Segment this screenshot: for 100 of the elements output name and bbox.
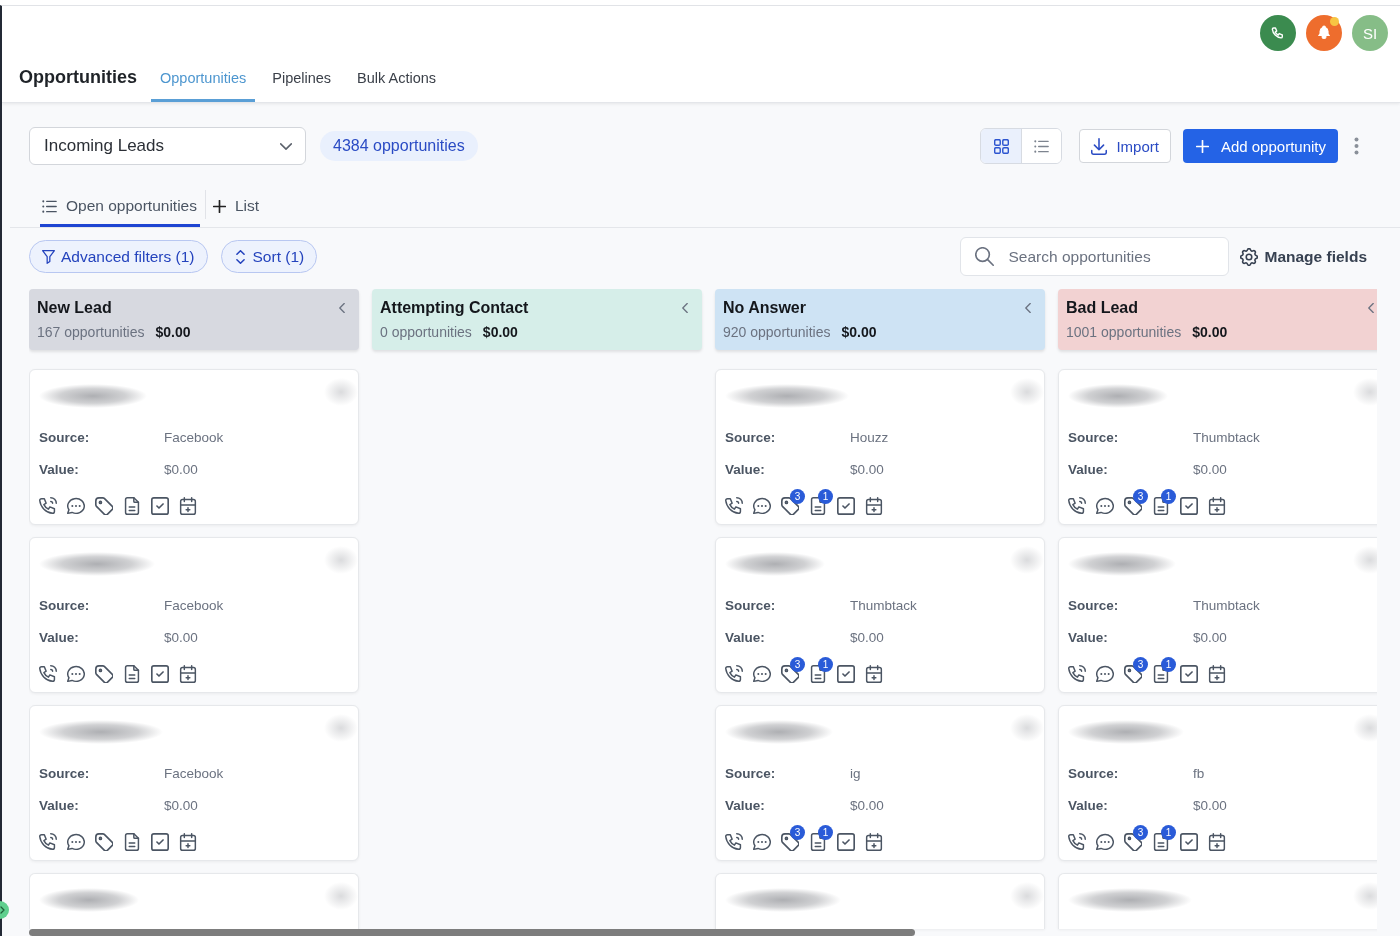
field-value: $0.00 [850,629,884,645]
tag-icon[interactable] [95,665,113,683]
opportunity-card[interactable]: Source: Houzz Value: $0.00 3 1 [715,369,1045,525]
calendar-plus-icon[interactable] [1208,665,1226,683]
manage-fields-button[interactable]: Manage fields [1239,247,1367,266]
settings-icon [1239,247,1258,266]
field-label: Value: [39,629,80,645]
field-value: $0.00 [850,461,884,477]
collapse-icon[interactable] [1025,303,1031,313]
chat-icon[interactable] [1096,497,1114,515]
field-label: Value: [39,797,80,813]
phone-icon[interactable] [39,833,57,851]
chevron-down-icon [280,142,292,150]
calendar-plus-icon[interactable] [865,665,883,683]
field-label: Value: [725,629,766,645]
download-icon [1091,137,1108,155]
field-label: Value: [1068,461,1109,477]
phone-icon[interactable] [1068,833,1086,851]
grid-icon [993,138,1009,154]
checkbox-icon[interactable] [1180,665,1198,683]
field-value: $0.00 [164,461,198,477]
count-badge: 3 [790,825,805,840]
phone-icon[interactable] [725,833,743,851]
collapse-icon[interactable] [682,303,688,313]
opportunity-count: 167 opportunities [37,324,145,340]
import-button[interactable]: Import [1079,129,1171,163]
field-value: $0.00 [1193,461,1227,477]
pipeline-select[interactable]: Incoming Leads [29,127,306,165]
phone-icon[interactable] [1068,665,1086,683]
chat-icon[interactable] [753,497,771,515]
opportunity-card[interactable]: Source: Thumbtack Value: $0.00 3 1 [715,537,1045,693]
checkbox-icon[interactable] [837,833,855,851]
count-badge: 3 [1133,825,1148,840]
collapse-icon[interactable] [339,303,345,313]
more-options-icon[interactable] [1354,137,1359,155]
floating-widget-icon[interactable] [0,901,9,919]
column-total: $0.00 [155,324,191,340]
nav-tab[interactable]: Bulk Actions [348,52,446,102]
add-opportunity-button[interactable]: Add opportunity [1182,129,1338,163]
count-badge: 1 [1161,489,1176,504]
tag-icon[interactable] [95,833,113,851]
checkbox-icon[interactable] [1180,497,1198,515]
chat-icon[interactable] [1096,665,1114,683]
calendar-plus-icon[interactable] [179,497,197,515]
notification-bell-icon[interactable] [1306,15,1342,51]
opportunity-card[interactable]: Source: Facebook Value: $0.00 [29,369,359,525]
field-value: Thumbtack [1193,597,1260,613]
checkbox-icon[interactable] [151,833,169,851]
calendar-plus-icon[interactable] [865,497,883,515]
add-list-tab[interactable]: List [211,190,263,227]
nav-tab[interactable]: Pipelines [263,52,341,102]
phone-icon[interactable] [1068,497,1086,515]
chat-icon[interactable] [1096,833,1114,851]
opportunity-card[interactable]: Source: Thumbtack Value: $0.00 3 1 [1058,537,1377,693]
horizontal-scrollbar[interactable] [29,929,915,936]
sort-button[interactable]: Sort (1) [220,240,318,273]
document-icon[interactable] [123,833,141,851]
chat-icon[interactable] [753,833,771,851]
count-badge: 3 [790,489,805,504]
document-icon[interactable] [123,665,141,683]
checkbox-icon[interactable] [837,665,855,683]
document-icon[interactable] [123,497,141,515]
calendar-plus-icon[interactable] [179,665,197,683]
count-badge: 3 [790,657,805,672]
chat-icon[interactable] [67,665,85,683]
column-total: $0.00 [1192,324,1228,340]
chat-icon[interactable] [67,833,85,851]
phone-icon[interactable] [725,497,743,515]
chat-icon[interactable] [67,497,85,515]
list-icon [1034,138,1050,154]
collapse-icon[interactable] [1368,303,1374,313]
field-value: Facebook [164,429,224,445]
board-view-button[interactable] [981,129,1022,163]
search-field[interactable]: Search opportunities [959,237,1229,276]
chat-icon[interactable] [753,665,771,683]
opportunity-card[interactable]: Source: Facebook Value: $0.00 [29,537,359,693]
phone-icon[interactable] [39,497,57,515]
calendar-plus-icon[interactable] [179,833,197,851]
checkbox-icon[interactable] [837,497,855,515]
phone-icon[interactable] [725,665,743,683]
calendar-plus-icon[interactable] [1208,833,1226,851]
checkbox-icon[interactable] [151,665,169,683]
filter-button[interactable]: Advanced filters (1) [29,240,208,273]
opportunity-card[interactable]: Source: ig Value: $0.00 3 1 [715,705,1045,861]
phone-icon[interactable] [1260,15,1296,51]
count-badge: 1 [1161,825,1176,840]
search-icon [974,247,994,266]
field-label: Source: [1068,765,1120,781]
calendar-plus-icon[interactable] [1208,497,1226,515]
list-view-button[interactable] [1021,129,1062,163]
tag-icon[interactable] [95,497,113,515]
checkbox-icon[interactable] [151,497,169,515]
opportunity-card[interactable]: Source: Thumbtack Value: $0.00 3 1 [1058,369,1377,525]
phone-icon[interactable] [39,665,57,683]
view-tab[interactable]: Open opportunities [40,190,200,227]
opportunity-card[interactable]: Source: fb Value: $0.00 3 1 [1058,705,1377,861]
opportunity-card[interactable]: Source: Facebook Value: $0.00 [29,705,359,861]
field-label: Source: [1068,429,1120,445]
checkbox-icon[interactable] [1180,833,1198,851]
calendar-plus-icon[interactable] [865,833,883,851]
